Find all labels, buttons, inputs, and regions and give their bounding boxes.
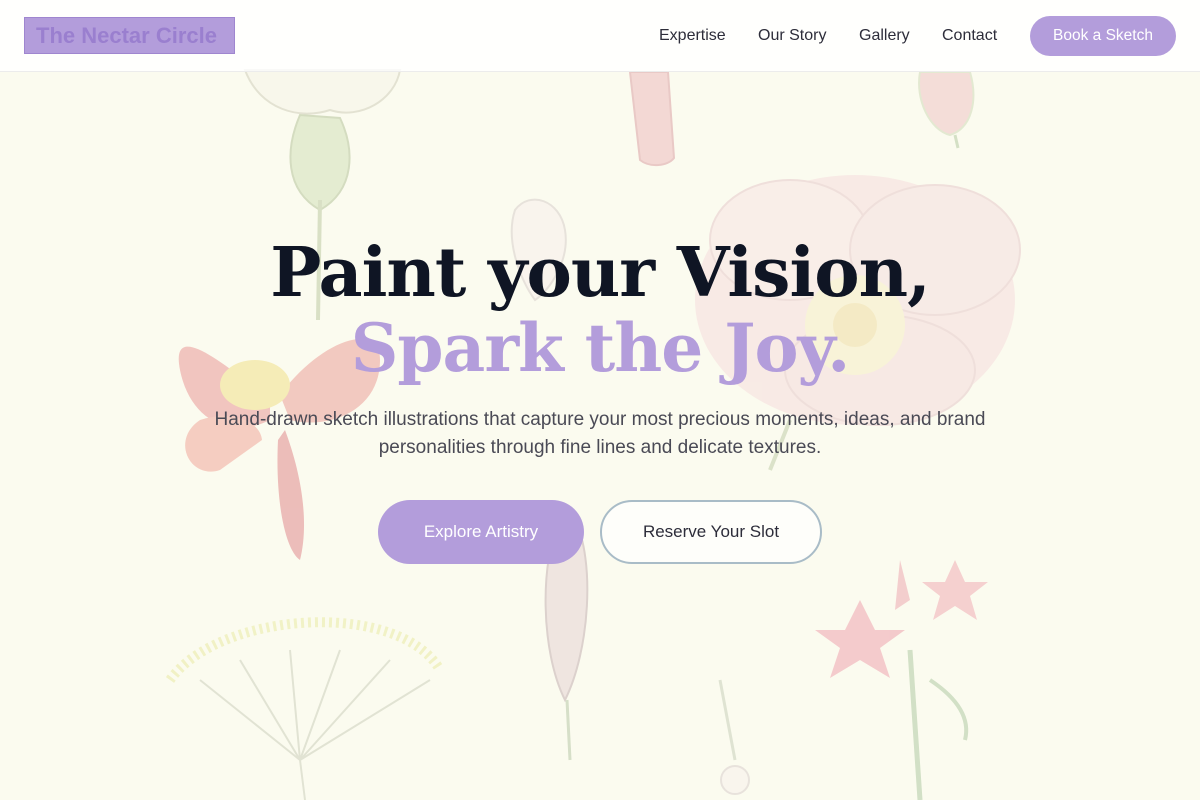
nav-link-gallery[interactable]: Gallery: [859, 25, 910, 47]
hero-headline-line-2: Spark the Joy.: [350, 309, 851, 387]
nav-link-expertise[interactable]: Expertise: [659, 25, 726, 47]
hero-headline-line-1: Paint your Vision,: [270, 233, 931, 313]
reserve-slot-button[interactable]: Reserve Your Slot: [600, 500, 822, 564]
site-logo[interactable]: The Nectar Circle: [24, 17, 235, 54]
site-header: The Nectar Circle Expertise Our Story Ga…: [0, 0, 1200, 72]
hero-section: Paint your Vision, Spark the Joy. Hand-d…: [0, 72, 1200, 800]
nav-link-our-story[interactable]: Our Story: [758, 25, 826, 47]
nav-link-contact[interactable]: Contact: [942, 25, 997, 47]
hero-subtext: Hand-drawn sketch illustrations that cap…: [214, 409, 986, 458]
explore-artistry-button[interactable]: Explore Artistry: [378, 500, 584, 564]
book-sketch-button[interactable]: Book a Sketch: [1030, 16, 1176, 56]
